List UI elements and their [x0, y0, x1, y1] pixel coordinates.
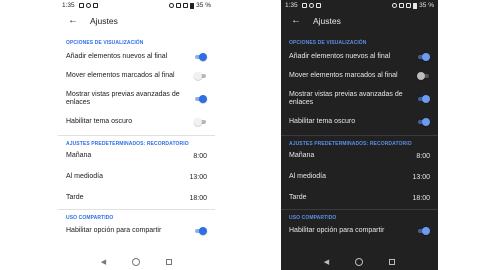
toggle-switch[interactable] — [194, 72, 207, 80]
signal-icon — [183, 3, 189, 8]
reminder-noon[interactable]: Al mediodía 13:00 — [66, 171, 207, 183]
reminder-noon[interactable]: Al mediodía 13:00 — [289, 171, 430, 183]
nav-home-icon[interactable] — [355, 258, 364, 266]
nav-back-icon[interactable]: ◀ — [101, 258, 106, 266]
section-sharing: USO COMPARTIDO — [66, 215, 114, 221]
alarm-icon — [169, 3, 175, 8]
setting-enable-sharing[interactable]: Habilitar opción para compartir — [289, 225, 430, 237]
reminder-morning[interactable]: Mañana 8:00 — [66, 150, 207, 162]
divider — [58, 209, 215, 210]
arrow-back-icon[interactable]: ← — [291, 16, 303, 26]
battery-icon — [413, 2, 418, 9]
setting-enable-sharing[interactable]: Habilitar opción para compartir — [66, 225, 207, 237]
battery-icon — [190, 2, 195, 9]
setting-move-checked-to-end[interactable]: Mover elementos marcados al final — [289, 70, 430, 82]
battery-percent: 35 % — [196, 2, 211, 9]
toggle-switch[interactable] — [194, 227, 207, 235]
page-title: Ajustes — [313, 16, 341, 26]
reminder-time: 13:00 — [412, 173, 430, 181]
toggle-switch[interactable] — [194, 95, 207, 103]
alarm-icon — [392, 3, 398, 8]
toggle-switch[interactable] — [417, 95, 430, 103]
calendar-icon — [301, 3, 307, 8]
reminder-time: 18:00 — [189, 194, 207, 202]
phone-light-theme: 1:35 35 % ← Ajustes OPCIONES DE VISUALIZ… — [58, 0, 215, 270]
battery-percent: 35 % — [419, 2, 434, 9]
status-bar: 1:35 35 % — [58, 0, 215, 11]
system-nav-bar: ◀ — [281, 254, 438, 270]
divider — [281, 209, 438, 210]
setting-add-new-at-end[interactable]: Añadir elementos nuevos al final — [289, 51, 430, 63]
signal-icon — [406, 3, 412, 8]
toggle-switch[interactable] — [417, 53, 430, 61]
setting-rich-link-previews[interactable]: Mostrar vistas previas avanzadas de enla… — [289, 89, 430, 109]
toggle-switch[interactable] — [194, 53, 207, 61]
toggle-switch[interactable] — [417, 227, 430, 235]
page-title: Ajustes — [90, 16, 118, 26]
instagram-icon — [308, 3, 314, 8]
reminder-time: 8:00 — [193, 152, 207, 160]
system-nav-bar: ◀ — [58, 254, 215, 270]
toggle-switch[interactable] — [194, 118, 207, 126]
setting-move-checked-to-end[interactable]: Mover elementos marcados al final — [66, 70, 207, 82]
status-time: 1:35 — [285, 2, 298, 9]
reminder-time: 13:00 — [189, 173, 207, 181]
arrow-back-icon[interactable]: ← — [68, 16, 80, 26]
setting-add-new-at-end[interactable]: Añadir elementos nuevos al final — [66, 51, 207, 63]
nav-home-icon[interactable] — [132, 258, 141, 266]
section-display-options: OPCIONES DE VISUALIZACIÓN — [289, 40, 367, 46]
phone-dark-theme: 1:35 35 % ← Ajustes OPCIONES DE VISUALIZ… — [281, 0, 438, 270]
reminder-evening[interactable]: Tarde 18:00 — [66, 192, 207, 204]
calendar-icon — [78, 3, 84, 8]
nav-recents-icon[interactable] — [389, 259, 396, 265]
status-bar: 1:35 35 % — [281, 0, 438, 11]
reminder-time: 8:00 — [416, 152, 430, 160]
divider — [58, 135, 215, 136]
section-display-options: OPCIONES DE VISUALIZACIÓN — [66, 40, 144, 46]
app-bar: ← Ajustes — [58, 11, 215, 31]
status-time: 1:35 — [62, 2, 75, 9]
gallery-icon — [315, 3, 321, 8]
toggle-switch[interactable] — [417, 118, 430, 126]
app-bar: ← Ajustes — [281, 11, 438, 31]
reminder-time: 18:00 — [412, 194, 430, 202]
gallery-icon — [92, 3, 98, 8]
nav-recents-icon[interactable] — [166, 259, 173, 265]
reminder-morning[interactable]: Mañana 8:00 — [289, 150, 430, 162]
setting-dark-theme[interactable]: Habilitar tema oscuro — [66, 116, 207, 128]
nav-back-icon[interactable]: ◀ — [324, 258, 329, 266]
divider — [281, 135, 438, 136]
wifi-icon — [399, 3, 405, 8]
reminder-evening[interactable]: Tarde 18:00 — [289, 192, 430, 204]
section-reminder-defaults: AJUSTES PREDETERMINADOS: RECORDATORIO — [289, 141, 412, 147]
section-reminder-defaults: AJUSTES PREDETERMINADOS: RECORDATORIO — [66, 141, 189, 147]
instagram-icon — [85, 3, 91, 8]
setting-rich-link-previews[interactable]: Mostrar vistas previas avanzadas de enla… — [66, 89, 207, 109]
toggle-switch[interactable] — [417, 72, 430, 80]
section-sharing: USO COMPARTIDO — [289, 215, 337, 221]
wifi-icon — [176, 3, 182, 8]
setting-dark-theme[interactable]: Habilitar tema oscuro — [289, 116, 430, 128]
